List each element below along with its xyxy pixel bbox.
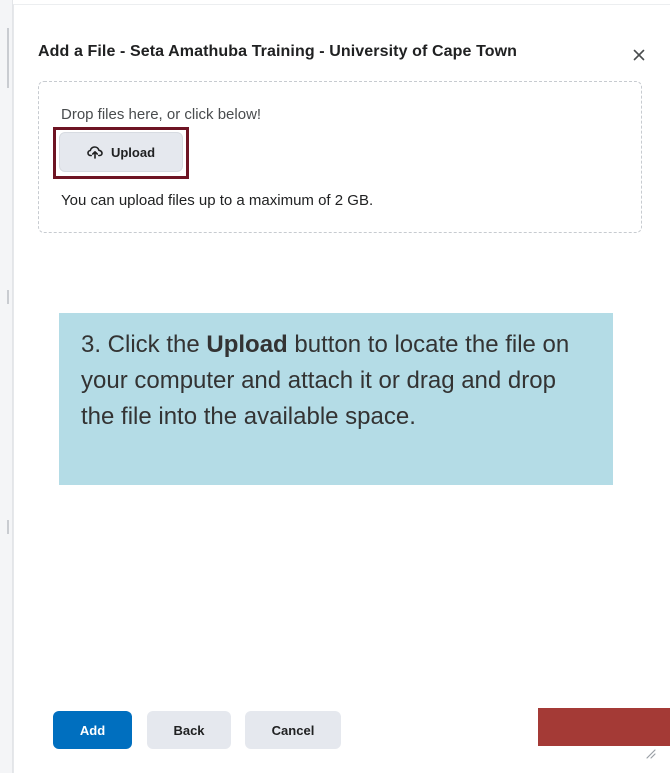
background-page-edge [0, 0, 13, 773]
dialog-title: Add a File - Seta Amathuba Training - Un… [38, 43, 518, 60]
dropzone-instructions: Drop files here, or click below! [61, 106, 262, 123]
add-file-dialog: Add a File - Seta Amathuba Training - Un… [13, 4, 670, 773]
upload-button-label: Upload [110, 144, 156, 160]
callout-bold: Upload [206, 331, 288, 358]
cloud-upload-icon [87, 146, 103, 159]
back-button[interactable]: Back [147, 711, 231, 749]
close-icon [633, 49, 645, 61]
callout-prefix: 3. Click the [81, 331, 207, 358]
add-button[interactable]: Add [53, 711, 132, 749]
resize-grip-icon[interactable] [642, 745, 656, 759]
file-dropzone[interactable]: Drop files here, or click below! Upload … [38, 81, 642, 233]
edge-tick [7, 28, 9, 88]
upload-button[interactable]: Upload [59, 132, 183, 172]
page: Add a File - Seta Amathuba Training - Un… [0, 0, 670, 773]
instruction-callout: 3. Click the Upload button to locate the… [59, 313, 613, 485]
upload-size-limit: You can upload files up to a maximum of … [61, 192, 374, 209]
edge-tick [7, 520, 9, 534]
overlay-red-bar [538, 708, 670, 746]
edge-tick [7, 290, 9, 304]
close-button[interactable] [627, 43, 651, 67]
callout-text: 3. Click the Upload button to locate the… [81, 327, 593, 435]
cancel-button[interactable]: Cancel [245, 711, 341, 749]
